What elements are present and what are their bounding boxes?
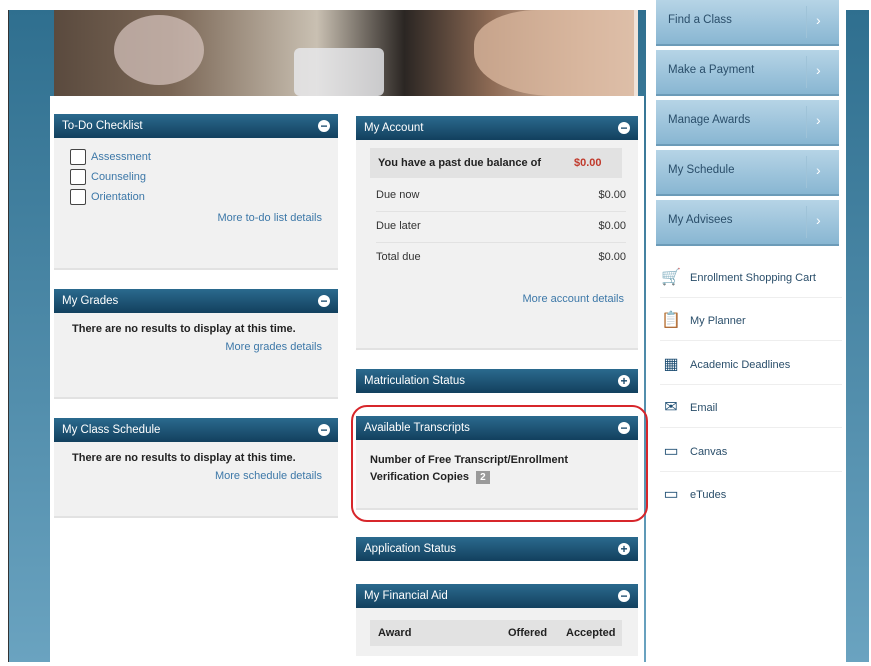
nav-manage-awards[interactable]: Manage Awards ›	[656, 100, 839, 146]
matriculation-panel: Matriculation Status +	[356, 369, 638, 393]
past-due-amount: $0.00	[574, 157, 602, 169]
expand-icon[interactable]: +	[618, 543, 630, 555]
grades-header: My Grades −	[54, 289, 338, 313]
todo-item[interactable]: Orientation	[70, 188, 338, 206]
todo-header: To-Do Checklist −	[54, 114, 338, 138]
row-label: Due now	[376, 189, 420, 201]
account-row: Due later $0.00	[376, 212, 626, 243]
financial-aid-panel: My Financial Aid − Award Offered Accepted	[356, 584, 638, 656]
chevron-right-icon: ›	[816, 162, 821, 178]
cart-icon: 🛒	[661, 269, 681, 286]
matriculation-header[interactable]: Matriculation Status +	[356, 369, 638, 393]
financial-aid-title: My Financial Aid	[364, 590, 448, 602]
nav-my-schedule[interactable]: My Schedule ›	[656, 150, 839, 196]
row-amount: $0.00	[598, 189, 626, 201]
collapse-icon[interactable]: −	[318, 424, 330, 436]
col-award: Award	[378, 627, 412, 639]
highlight-outline	[351, 405, 648, 522]
todo-item-label[interactable]: Orientation	[91, 191, 145, 203]
todo-panel: To-Do Checklist − Assessment Counseling O…	[54, 114, 338, 270]
link-label[interactable]: Enrollment Shopping Cart	[690, 272, 816, 284]
row-amount: $0.00	[598, 220, 626, 232]
collapse-icon[interactable]: −	[618, 122, 630, 134]
email-icon: ✉	[664, 399, 678, 416]
calendar-icon: ▦	[663, 356, 679, 373]
matriculation-title: Matriculation Status	[364, 375, 465, 387]
checkbox[interactable]	[70, 149, 86, 165]
col-accepted: Accepted	[566, 627, 616, 639]
collapse-icon[interactable]: −	[318, 120, 330, 132]
link-label[interactable]: Email	[690, 402, 718, 414]
account-more-link[interactable]: More account details	[523, 293, 625, 305]
nav-make-a-payment[interactable]: Make a Payment ›	[656, 50, 839, 96]
application-panel: Application Status +	[356, 537, 638, 561]
todo-item[interactable]: Assessment	[70, 148, 338, 166]
grades-empty-text: There are no results to display at this …	[72, 323, 296, 335]
collapse-icon[interactable]: −	[618, 590, 630, 602]
nav-label[interactable]: Make a Payment	[668, 64, 754, 76]
checkbox[interactable]	[70, 169, 86, 185]
account-row: Due now $0.00	[376, 181, 626, 212]
financial-aid-table-header: Award Offered Accepted	[370, 620, 622, 646]
class-schedule-title: My Class Schedule	[62, 424, 161, 436]
schedule-more-link[interactable]: More schedule details	[215, 470, 322, 482]
chevron-right-icon: ›	[816, 112, 821, 128]
grades-more-link[interactable]: More grades details	[225, 341, 322, 353]
past-due-banner: You have a past due balance of $0.00	[370, 148, 622, 178]
account-panel: My Account − You have a past due balance …	[356, 116, 638, 350]
row-amount: $0.00	[598, 251, 626, 263]
chevron-right-icon: ›	[816, 62, 821, 78]
expand-icon[interactable]: +	[618, 375, 630, 387]
todo-item[interactable]: Counseling	[70, 168, 338, 186]
link-enrollment-shopping-cart[interactable]: 🛒 Enrollment Shopping Cart	[660, 259, 842, 298]
account-header: My Account −	[356, 116, 638, 140]
link-email[interactable]: ✉ Email	[660, 389, 842, 428]
nav-find-a-class[interactable]: Find a Class ›	[656, 0, 839, 46]
financial-aid-header: My Financial Aid −	[356, 584, 638, 608]
row-label: Due later	[376, 220, 421, 232]
application-header[interactable]: Application Status +	[356, 537, 638, 561]
application-title: Application Status	[364, 543, 457, 555]
class-schedule-header: My Class Schedule −	[54, 418, 338, 442]
todo-item-label[interactable]: Assessment	[91, 151, 151, 163]
nav-label[interactable]: Manage Awards	[668, 114, 750, 126]
todo-title: To-Do Checklist	[62, 120, 143, 132]
chevron-right-icon: ›	[816, 12, 821, 28]
grades-panel: My Grades − There are no results to displ…	[54, 289, 338, 399]
link-label[interactable]: My Planner	[690, 315, 746, 327]
link-canvas[interactable]: ▭ Canvas	[660, 433, 842, 472]
row-label: Total due	[376, 251, 421, 263]
monitor-icon: ▭	[663, 443, 679, 460]
collapse-icon[interactable]: −	[318, 295, 330, 307]
link-academic-deadlines[interactable]: ▦ Academic Deadlines	[660, 346, 842, 385]
todo-item-label[interactable]: Counseling	[91, 171, 146, 183]
account-title: My Account	[364, 122, 424, 134]
link-etudes[interactable]: ▭ eTudes	[660, 476, 842, 514]
grades-title: My Grades	[62, 295, 119, 307]
planner-icon: 📋	[661, 312, 681, 329]
chevron-right-icon: ›	[816, 212, 821, 228]
monitor-icon: ▭	[663, 486, 679, 503]
nav-label[interactable]: Find a Class	[668, 14, 732, 26]
past-due-text: You have a past due balance of	[378, 157, 542, 169]
class-schedule-panel: My Class Schedule − There are no results …	[54, 418, 338, 518]
link-my-planner[interactable]: 📋 My Planner	[660, 302, 842, 341]
hero-banner-image	[54, 10, 638, 96]
nav-my-advisees[interactable]: My Advisees ›	[656, 200, 839, 246]
link-label[interactable]: eTudes	[690, 489, 726, 501]
col-offered: Offered	[508, 627, 548, 639]
nav-label[interactable]: My Schedule	[668, 164, 734, 176]
schedule-empty-text: There are no results to display at this …	[72, 452, 296, 464]
nav-label[interactable]: My Advisees	[668, 214, 733, 226]
todo-more-link[interactable]: More to-do list details	[217, 212, 322, 224]
link-label[interactable]: Canvas	[690, 446, 727, 458]
link-label[interactable]: Academic Deadlines	[690, 359, 790, 371]
account-row: Total due $0.00	[376, 243, 626, 273]
checkbox[interactable]	[70, 189, 86, 205]
